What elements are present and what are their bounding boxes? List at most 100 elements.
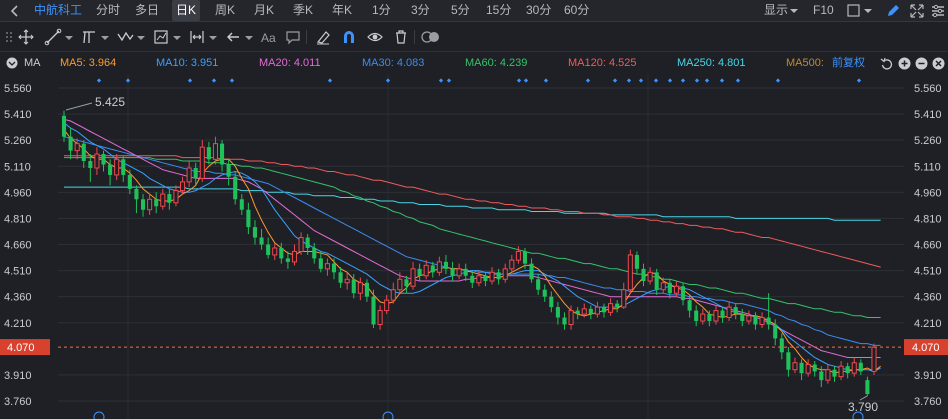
pen-icon[interactable] [884,2,902,20]
adjust-mode[interactable]: 前复权 [832,53,865,74]
candle-body [581,308,587,315]
candle-body [647,271,653,282]
candle-body [94,153,100,169]
candle-body [384,299,390,312]
candle-body [766,317,771,325]
period-tab-10[interactable]: 15分 [486,0,511,21]
period-tab-6[interactable]: 年K [332,0,352,21]
chevron-down-icon[interactable] [100,28,110,46]
candle-body [312,247,317,259]
candle-body [601,307,607,313]
close-indicator-icon[interactable] [932,57,945,70]
ma10-value: MA10: 3.951 [156,57,219,69]
ma250-value: MA250: 4.801 [677,57,746,69]
kline-chart[interactable]: 5.560 5.560 5.410 5.410 5.260 5.260 5.110 5.110… [0,74,948,419]
candle-body [318,258,323,269]
event-marker [704,78,710,83]
event-marker [719,78,725,83]
candle-body [74,143,80,152]
period-tab-9[interactable]: 5分 [451,0,470,21]
candle-body [443,261,448,269]
text-tool-icon[interactable]: Aa [260,28,278,46]
candle-body [430,265,435,273]
magnet-icon[interactable] [340,28,358,46]
y-tick-label-right: 4.810 [914,213,942,225]
period-tab-0[interactable]: 分时 [96,0,120,21]
candle-body [167,194,172,203]
f10-button[interactable]: F10 [813,0,834,21]
period-tab-7[interactable]: 1分 [372,0,391,21]
y-tick-label-right: 5.260 [914,135,942,147]
candle-body [450,268,455,276]
drag-handle-icon[interactable] [4,28,14,46]
chevron-down-icon[interactable] [172,28,182,46]
y-tick-label-right: 4.960 [914,187,942,199]
event-marker [585,78,591,83]
stock-symbol[interactable]: 中航科工 [34,0,82,21]
candle-body [127,174,132,189]
settings-icon[interactable] [929,2,947,20]
remove-indicator-icon[interactable] [915,57,928,70]
ma20-line [63,118,881,358]
period-tab-11[interactable]: 30分 [526,0,551,21]
chevron-down-icon[interactable] [862,2,880,20]
chevron-down-icon[interactable] [244,28,254,46]
chevron-down-icon[interactable] [208,28,218,46]
collapse-icon[interactable] [6,57,18,69]
chevron-down-icon[interactable] [788,2,806,20]
period-tab-12[interactable]: 60分 [564,0,589,21]
period-tab-1[interactable]: 多日 [135,0,159,21]
wave-pattern-icon[interactable] [116,28,134,46]
range-icon[interactable] [188,28,206,46]
candle-body [759,317,765,325]
candle-body [272,247,278,256]
candle-body [865,380,870,395]
eye-icon[interactable] [366,28,384,46]
candle-body [81,143,86,162]
candle-body [694,310,699,322]
y-tick-label-left: 4.510 [4,266,32,278]
candle-body [331,263,337,273]
comment-icon[interactable] [284,28,302,46]
period-tab-3[interactable]: 周K [215,0,235,21]
trash-icon[interactable] [392,28,410,46]
kline-chart-svg[interactable]: 5.560 5.560 5.410 5.410 5.260 5.260 5.110 5.110… [0,74,948,419]
period-tab-8[interactable]: 3分 [411,0,430,21]
chevron-down-icon[interactable] [136,28,146,46]
candle-body [726,306,732,319]
chevron-left-icon[interactable] [6,2,24,20]
crosshair-icon[interactable] [16,28,36,46]
y-tick-label-left: 5.560 [4,83,32,95]
fork-line-icon[interactable] [80,28,98,46]
toggle-icon[interactable] [420,28,442,46]
measure-icon[interactable] [152,28,170,46]
low-annotation: 3.790 [848,400,878,414]
trend-line-icon[interactable] [44,28,62,46]
chevron-down-icon[interactable] [64,28,74,46]
arrow-left-icon[interactable] [224,28,242,46]
candle-body [233,176,238,200]
candle-body [226,164,231,177]
period-tab-5[interactable]: 季K [293,0,313,21]
candle-body [489,271,495,282]
high-annotation: 5.425 [95,95,125,109]
event-marker [187,78,193,83]
period-tab-2[interactable]: 日K [172,0,201,21]
candle-body [193,167,198,179]
indicator-name[interactable]: MA [24,53,41,74]
display-menu[interactable]: 显示 [764,0,788,21]
eraser-icon[interactable] [314,28,332,46]
add-indicator-icon[interactable] [898,57,911,70]
event-marker [775,78,781,83]
candle-body [720,310,725,318]
period-tab-4[interactable]: 月K [254,0,274,21]
candle-body [108,164,113,175]
expand-icon[interactable] [908,2,926,20]
candle-body [832,369,837,377]
candle-body [160,193,166,207]
candle-body [871,346,877,372]
candle-body [680,286,686,301]
candle-body [121,159,126,175]
reset-icon[interactable] [880,57,893,70]
y-tick-label-right: 5.110 [914,161,941,173]
